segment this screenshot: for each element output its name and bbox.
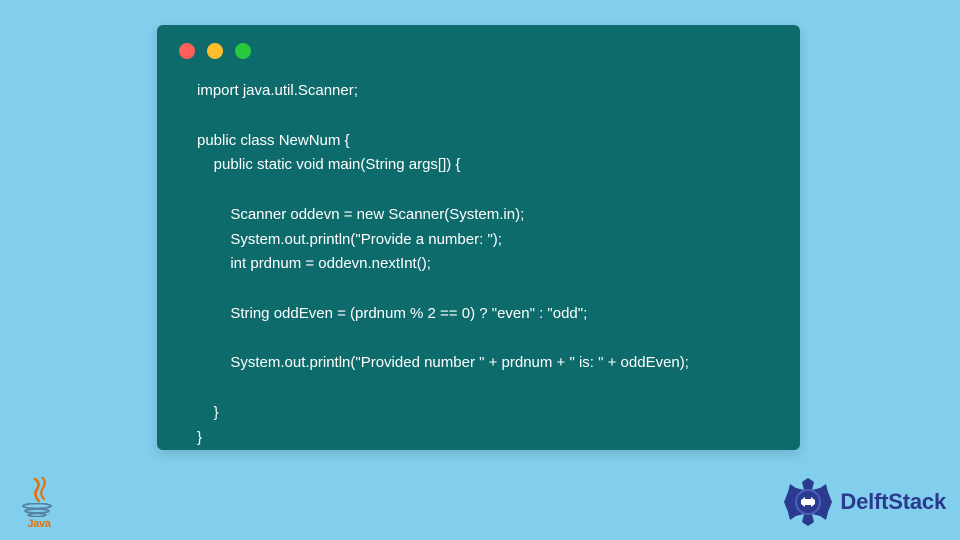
minimize-icon[interactable]	[207, 43, 223, 59]
java-cup-icon	[20, 503, 58, 517]
java-steam-icon	[25, 477, 53, 503]
delftstack-badge-icon	[782, 476, 834, 528]
code-block: import java.util.Scanner; public class N…	[157, 67, 800, 470]
maximize-icon[interactable]	[235, 43, 251, 59]
close-icon[interactable]	[179, 43, 195, 59]
java-logo: Java	[17, 472, 61, 530]
delftstack-logo: DelftStack	[782, 476, 946, 528]
code-window: import java.util.Scanner; public class N…	[157, 25, 800, 450]
java-label: Java	[27, 518, 50, 530]
window-controls	[157, 25, 800, 67]
delftstack-label: DelftStack	[840, 489, 946, 515]
